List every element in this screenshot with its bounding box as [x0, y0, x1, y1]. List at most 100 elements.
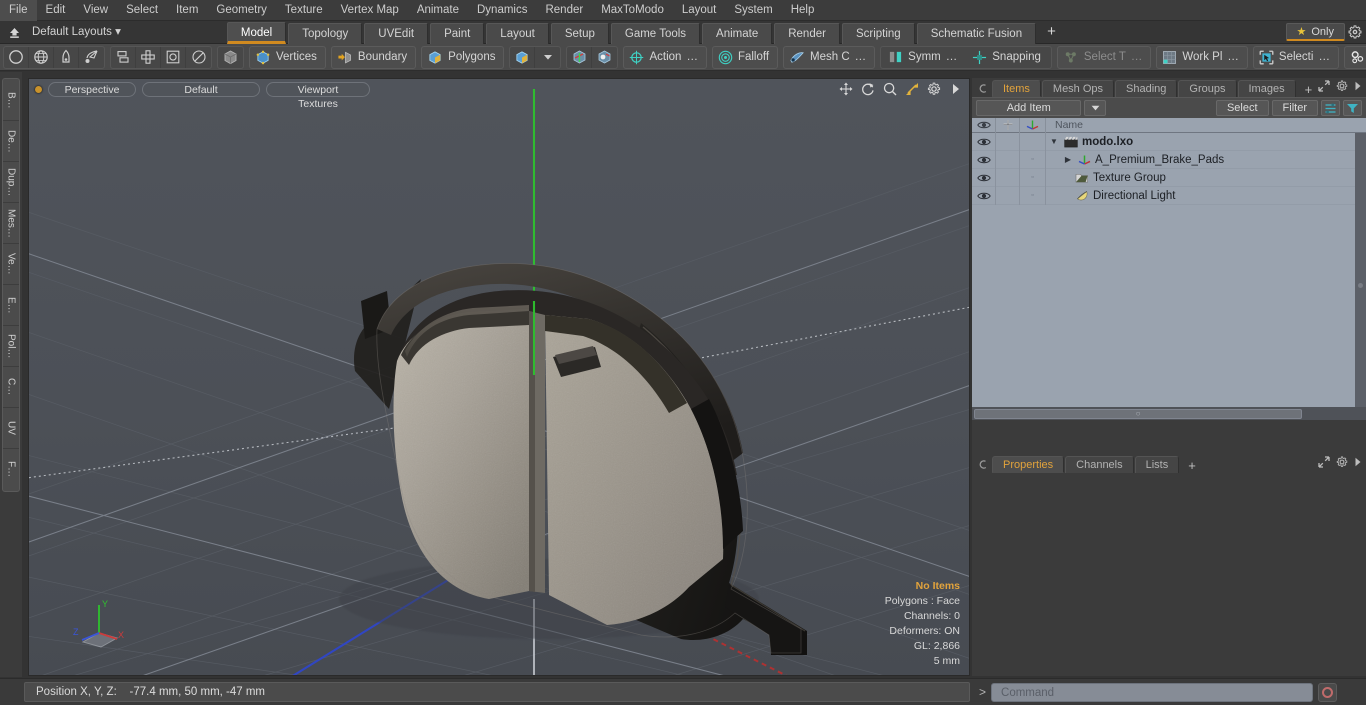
viewport-active-dot[interactable]	[35, 85, 42, 93]
menu-edit[interactable]: Edit	[37, 0, 75, 21]
vertices-button[interactable]: Vertices	[249, 45, 326, 69]
menu-file[interactable]: File	[0, 0, 37, 21]
tab-mesh-ops[interactable]: Mesh Ops	[1041, 80, 1115, 97]
items-tree[interactable]: ▼ modo.lxo ▫ ▶ A_Premium_Brake_Pads ▫ Te…	[972, 133, 1366, 407]
kits-button[interactable]: Kits	[1343, 45, 1366, 69]
element-dropdown-caret-icon[interactable]	[535, 47, 560, 68]
layout-tab-scripting[interactable]: Scripting	[841, 22, 915, 44]
eye-icon[interactable]	[972, 168, 996, 187]
left-tab-fusion[interactable]: F…	[3, 449, 19, 490]
left-tab-polygon[interactable]: Pol…	[3, 326, 19, 367]
zoom-icon[interactable]	[882, 81, 897, 96]
left-tab-curve[interactable]: C…	[3, 367, 19, 408]
pen-icon[interactable]	[54, 46, 79, 68]
viewport-menu-arrow-icon[interactable]	[948, 81, 963, 96]
menu-arrow-icon[interactable]	[1354, 81, 1362, 94]
rotate-icon[interactable]	[860, 81, 875, 96]
menu-texture[interactable]: Texture	[276, 0, 332, 21]
menu-layout[interactable]: Layout	[673, 0, 726, 21]
mesh-constraint-button[interactable]: Mesh C …	[783, 45, 876, 69]
tab-channels[interactable]: Channels	[1065, 456, 1134, 473]
snapping-button[interactable]: Snapping	[967, 46, 1049, 69]
table-row[interactable]: ▼ modo.lxo	[972, 133, 1366, 151]
layout-tab-layout[interactable]: Layout	[486, 22, 549, 44]
table-row[interactable]: ▫ ▶ A_Premium_Brake_Pads	[972, 150, 1366, 169]
lock-cell[interactable]	[996, 186, 1020, 205]
pan-icon[interactable]	[838, 81, 853, 96]
only-filter-button[interactable]: ★ Only	[1285, 23, 1345, 41]
globe-icon[interactable]	[29, 46, 54, 68]
axis-cell[interactable]: ▫	[1020, 186, 1046, 205]
layout-tab-uvedit[interactable]: UVEdit	[364, 22, 429, 44]
tree-horizontal-scrollbar[interactable]: ○	[972, 407, 1366, 420]
cube-mode-icon[interactable]	[218, 47, 243, 68]
lock-cell[interactable]	[996, 168, 1020, 187]
table-row[interactable]: ▫ Directional Light	[972, 186, 1366, 205]
layout-tab-schematic-fusion[interactable]: Schematic Fusion	[916, 22, 1037, 44]
selection-set-button[interactable]: Selecti …	[1252, 45, 1339, 69]
menu-animate[interactable]: Animate	[408, 0, 468, 21]
layout-tab-animate[interactable]: Animate	[702, 22, 773, 44]
viewport-shading-pill[interactable]: Default	[142, 81, 260, 97]
add-layout-tab-button[interactable]: +	[1038, 23, 1065, 44]
viewport-textures-pill[interactable]: Viewport Textures	[266, 81, 370, 110]
menu-select[interactable]: Select	[117, 0, 167, 21]
menu-help[interactable]: Help	[782, 0, 824, 21]
layout-tab-topology[interactable]: Topology	[288, 22, 363, 44]
lock-column-header-icon[interactable]	[996, 117, 1020, 133]
left-tab-uv[interactable]: UV	[3, 408, 19, 449]
left-tab-mesh[interactable]: Mes…	[3, 203, 19, 244]
layout-tab-game-tools[interactable]: Game Tools	[610, 22, 701, 44]
expand-icon[interactable]	[1318, 456, 1330, 471]
left-tab-duplicate[interactable]: Dup…	[3, 162, 19, 203]
layout-tab-setup[interactable]: Setup	[550, 22, 609, 44]
polygons-button[interactable]: Polygons	[421, 45, 505, 69]
tree-twisty-icon[interactable]: ▼	[1048, 137, 1060, 146]
axis-cell[interactable]: ▫	[1020, 168, 1046, 187]
viewport-3d[interactable]: Perspective Default Viewport Textures No…	[28, 78, 970, 676]
eye-icon[interactable]	[972, 186, 996, 205]
gear-icon[interactable]	[1336, 456, 1348, 471]
menu-arrow-icon[interactable]	[1354, 457, 1362, 470]
menu-render[interactable]: Render	[536, 0, 592, 21]
tab-properties[interactable]: Properties	[992, 456, 1065, 473]
mirror-icon[interactable]	[111, 46, 136, 68]
symmetry-button[interactable]: Symm …	[883, 46, 965, 69]
align-icon[interactable]	[136, 46, 161, 68]
lock-cell[interactable]	[996, 133, 1020, 151]
left-tab-vertex[interactable]: Ve…	[3, 244, 19, 285]
table-row[interactable]: ▫ Texture Group	[972, 168, 1366, 187]
axis-column-header-icon[interactable]	[1020, 117, 1046, 133]
layout-tab-paint[interactable]: Paint	[430, 22, 485, 44]
scale-element-icon[interactable]	[592, 47, 617, 68]
menu-system[interactable]: System	[725, 0, 781, 21]
menu-dynamics[interactable]: Dynamics	[468, 0, 536, 21]
menu-geometry[interactable]: Geometry	[207, 0, 276, 21]
menu-item[interactable]: Item	[167, 0, 207, 21]
list-options-icon[interactable]	[1321, 100, 1340, 116]
fit-icon[interactable]	[904, 81, 919, 96]
left-tab-deform[interactable]: De…	[3, 121, 19, 162]
left-tab-edge[interactable]: E…	[3, 285, 19, 326]
select-through-button[interactable]: Select T …	[1056, 45, 1152, 69]
record-icon[interactable]	[1318, 682, 1338, 702]
panel-menu-dot-icon[interactable]	[978, 84, 987, 93]
tree-vertical-scrollbar[interactable]	[1355, 133, 1366, 407]
filter-button[interactable]: Filter	[1271, 100, 1318, 116]
element-cube-icon[interactable]	[510, 46, 536, 68]
properties-menu-dot-icon[interactable]	[978, 460, 987, 469]
add-properties-tab-button[interactable]: +	[1180, 458, 1204, 473]
action-center-button[interactable]: Action …	[623, 45, 707, 69]
viewport-settings-icon[interactable]	[926, 81, 941, 96]
tab-groups[interactable]: Groups	[1178, 80, 1237, 97]
tab-lists[interactable]: Lists	[1134, 456, 1180, 473]
radial-icon[interactable]	[186, 47, 211, 68]
add-panel-tab-button[interactable]: +	[1297, 82, 1321, 97]
layout-tab-model[interactable]: Model	[226, 21, 287, 44]
menu-view[interactable]: View	[74, 0, 117, 21]
left-tab-basic[interactable]: B…	[3, 80, 19, 121]
layout-name-label[interactable]: Default Layouts ▾	[24, 23, 129, 42]
gear-icon[interactable]	[1348, 25, 1362, 39]
work-plane-button[interactable]: Work Pl …	[1156, 45, 1248, 69]
eye-icon[interactable]	[972, 150, 996, 169]
